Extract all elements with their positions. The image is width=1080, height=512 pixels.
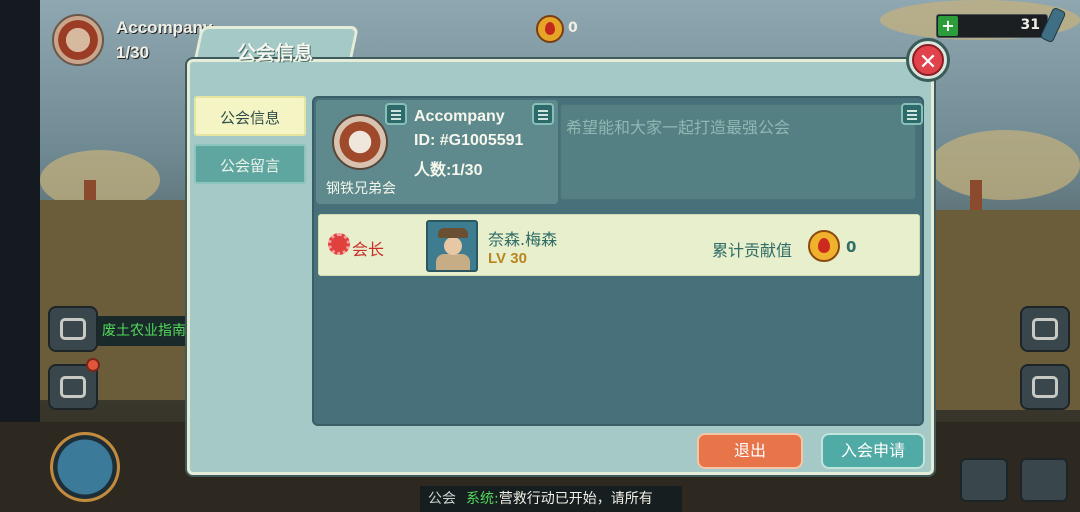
add-resource-button[interactable]: + [938, 16, 958, 36]
handshake-button[interactable] [1020, 306, 1070, 352]
member-avatar[interactable] [426, 220, 478, 272]
dialog-title: 公会信息 [236, 42, 313, 64]
member-name: 奈森.梅森 [488, 230, 558, 249]
compass-button[interactable] [50, 432, 120, 502]
guild-motto: 希望能和大家一起打造最强公会 [566, 118, 791, 137]
join-requests-button[interactable]: 入会申请 [821, 433, 925, 469]
exit-button[interactable]: 退出 [697, 433, 803, 469]
guild-name: Accompany [414, 108, 505, 125]
close-icon: ✕ [912, 44, 944, 76]
edit-emblem-icon[interactable] [385, 103, 407, 125]
vault-button[interactable] [960, 458, 1008, 502]
guide-text[interactable]: 废土农业指南 [98, 316, 188, 346]
info-button[interactable] [1020, 458, 1068, 502]
leader-badge-icon [328, 233, 350, 255]
chat-bar[interactable]: 公会 系统:营救行动已开始，请所有 [420, 486, 682, 512]
guild-emblem-icon[interactable] [52, 14, 104, 66]
fire-currency-value: 0 [568, 20, 578, 36]
hud-member-count: 1/30 [116, 43, 150, 62]
fire-icon [808, 230, 840, 262]
hud-guild-name: Accompany [116, 18, 213, 37]
refresh-icon [60, 376, 86, 398]
contribution-value: 0 [846, 238, 857, 256]
crate-button[interactable] [1020, 364, 1070, 410]
member-level: LV 30 [488, 250, 527, 267]
close-button[interactable]: ✕ [906, 38, 950, 82]
chat-system-label: 系统: [466, 491, 499, 507]
guild-members: 人数:1/30 [414, 162, 483, 179]
edit-motto-icon[interactable] [901, 103, 923, 125]
fire-currency-icon [536, 15, 564, 43]
guild-emblem-icon [332, 114, 388, 170]
tab-guild-info[interactable]: 公会信息 [194, 96, 306, 136]
crate-icon [1032, 376, 1058, 398]
tab-guild-messages[interactable]: 公会留言 [194, 144, 306, 184]
notification-dot [86, 358, 100, 372]
edit-name-icon[interactable] [532, 103, 554, 125]
handshake-icon [1032, 318, 1058, 340]
contribution-label: 累计贡献值 [712, 241, 793, 260]
chat-channel: 公会 [428, 491, 456, 507]
guild-faction: 钢铁兄弟会 [326, 181, 396, 197]
background-cloud [930, 130, 1080, 200]
guild-id: ID: #G1005591 [414, 132, 524, 149]
member-role: 会长 [352, 240, 385, 259]
resource-value: 31 [1020, 17, 1040, 33]
chat-message: 营救行动已开始，请所有 [498, 491, 653, 507]
guide-book-button[interactable] [48, 306, 98, 352]
book-icon [60, 318, 86, 340]
